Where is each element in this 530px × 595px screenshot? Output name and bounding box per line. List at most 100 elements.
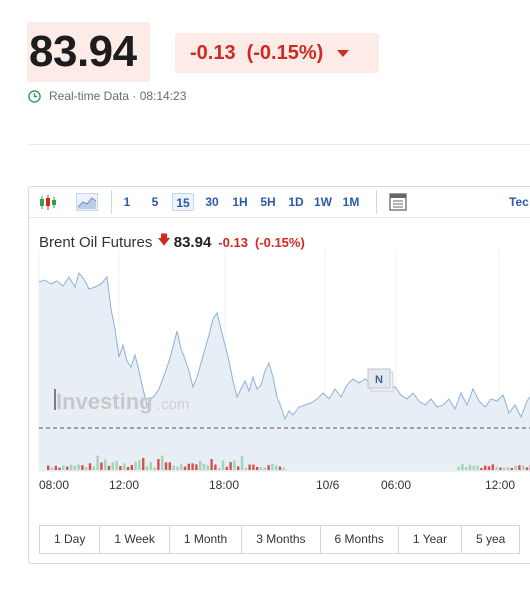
- volume-bar: [161, 455, 164, 470]
- volume-bar: [104, 459, 107, 470]
- range-1-month[interactable]: 1 Month: [170, 526, 243, 553]
- watermark: Investing: [56, 389, 153, 414]
- clock-icon: [28, 89, 41, 103]
- news-marker[interactable]: N: [367, 368, 394, 392]
- interval-1w[interactable]: 1W: [312, 193, 334, 211]
- candlestick-chart-icon[interactable]: [39, 194, 57, 211]
- volume-bar: [503, 467, 506, 470]
- volume-bar: [240, 456, 244, 470]
- volume-bar: [107, 465, 111, 470]
- volume-bar: [457, 466, 460, 470]
- volume-bar: [145, 466, 149, 470]
- chart-change: -0.13: [218, 234, 248, 250]
- volume-bar: [100, 462, 103, 470]
- area-chart-icon[interactable]: [76, 193, 98, 211]
- volume-bar: [157, 459, 160, 470]
- volume-bar: [218, 467, 221, 470]
- volume-bar: [172, 465, 175, 470]
- interval-30[interactable]: 30: [201, 193, 223, 211]
- volume-bar: [495, 466, 498, 470]
- volume-bar: [142, 458, 145, 470]
- x-axis-label: 18:00: [209, 478, 240, 492]
- table-view-icon[interactable]: [389, 193, 407, 211]
- volume-bar: [187, 463, 190, 470]
- x-axis-label: 06:00: [381, 478, 412, 492]
- down-triangle-icon: [337, 49, 350, 57]
- volume-bar: [77, 464, 80, 470]
- x-axis-label: 12:00: [485, 478, 516, 492]
- volume-bar: [119, 466, 122, 470]
- interval-5h[interactable]: 5H: [257, 193, 279, 211]
- volume-bar: [191, 463, 194, 470]
- volume-bar: [518, 465, 521, 470]
- volume-bar: [499, 467, 502, 470]
- volume-bar: [54, 465, 57, 470]
- volume-bar: [180, 464, 183, 470]
- volume-bar: [256, 466, 259, 470]
- news-marker-label: N: [375, 374, 383, 386]
- volume-bar: [111, 462, 114, 470]
- volume-bar: [210, 459, 213, 470]
- volume-bar: [252, 464, 255, 470]
- interval-1d[interactable]: 1D: [285, 193, 307, 211]
- volume-bar: [206, 465, 209, 470]
- volume-bar: [164, 462, 168, 470]
- x-axis-label: 10/6: [316, 478, 340, 492]
- volume-bar: [465, 467, 468, 470]
- chart-widget: 1 5 15 30 1H 5H 1D 1W 1M Tec Brent Oil F…: [28, 186, 530, 564]
- volume-bar: [225, 466, 228, 470]
- price-chart[interactable]: Investing .com N: [29, 249, 530, 474]
- chart-last-price: 83.94: [173, 233, 212, 251]
- range-1-week[interactable]: 1 Week: [100, 526, 170, 553]
- volume-bar: [237, 466, 240, 470]
- volume-bar: [476, 465, 479, 470]
- interval-1h[interactable]: 1H: [229, 193, 251, 211]
- volume-bar: [66, 466, 69, 470]
- volume-bar: [73, 465, 76, 470]
- divider: [28, 144, 530, 145]
- volume-bar: [130, 464, 133, 470]
- volume-bar: [229, 462, 232, 470]
- toolbar-separator: [376, 190, 377, 214]
- range-1-year[interactable]: 1 Year: [399, 526, 462, 553]
- volume-bar: [81, 465, 84, 470]
- volume-bar: [271, 463, 274, 470]
- price-change: -0.13: [190, 41, 236, 64]
- volume-bar: [461, 464, 464, 470]
- volume-bar: [85, 467, 88, 470]
- range-selector: 1 Day 1 Week 1 Month 3 Months 6 Months 1…: [39, 525, 521, 554]
- volume-bar: [58, 467, 61, 470]
- volume-bar: [491, 464, 494, 470]
- volume-bar: [62, 465, 65, 470]
- volume-bar: [176, 466, 179, 470]
- volume-bar: [96, 455, 99, 470]
- watermark-suffix: .com: [157, 396, 190, 413]
- interval-1m[interactable]: 1M: [340, 193, 362, 211]
- realtime-label: Real-time Data · 08:14:23: [49, 89, 187, 103]
- interval-15[interactable]: 15: [172, 193, 194, 211]
- range-6-months[interactable]: 6 Months: [321, 526, 399, 553]
- volume-bar: [149, 462, 152, 470]
- volume-bar: [522, 465, 525, 470]
- volume-bar: [510, 467, 513, 470]
- volume-bar: [123, 463, 126, 470]
- volume-bar: [282, 467, 285, 470]
- volume-bar: [525, 467, 529, 470]
- volume-bar: [233, 460, 236, 470]
- volume-bar: [248, 464, 251, 470]
- volume-bar: [244, 467, 247, 470]
- range-3-months[interactable]: 3 Months: [242, 526, 321, 553]
- volume-bar: [115, 460, 118, 470]
- volume-bar: [506, 467, 510, 470]
- range-5-years[interactable]: 5 yea: [462, 526, 519, 553]
- range-1-day[interactable]: 1 Day: [40, 526, 101, 553]
- volume-bar: [278, 466, 282, 470]
- technical-tab[interactable]: Tec: [509, 193, 530, 211]
- realtime-status: Real-time Data · 08:14:23: [28, 89, 186, 103]
- volume-bar: [69, 464, 73, 470]
- interval-1[interactable]: 1: [121, 193, 133, 211]
- interval-5[interactable]: 5: [149, 193, 161, 211]
- volume-bar: [88, 463, 92, 470]
- volume-bar: [267, 465, 270, 470]
- chart-change-percent: (-0.15%): [254, 234, 305, 250]
